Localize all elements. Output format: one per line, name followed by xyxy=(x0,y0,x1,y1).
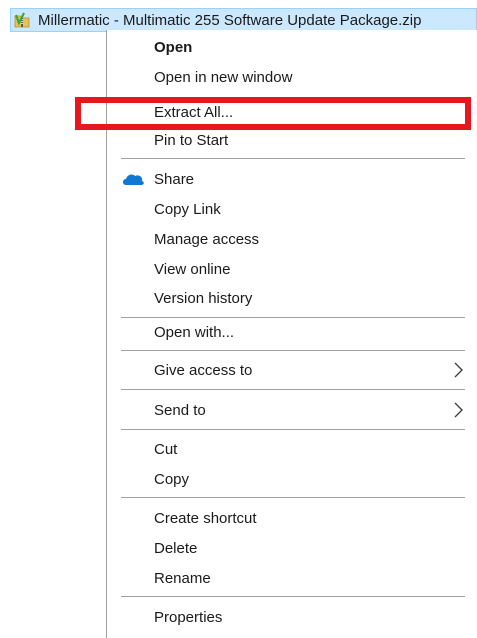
menu-item-label: Send to xyxy=(154,401,206,419)
menu-item-label: Cut xyxy=(154,440,178,458)
menu-separator xyxy=(121,429,465,430)
menu-item-open[interactable]: Open xyxy=(107,33,477,61)
menu-item-send-to[interactable]: Send to xyxy=(107,396,477,424)
menu-item-label: Copy Link xyxy=(154,200,221,218)
menu-item-pin-to-start[interactable]: Pin to Start xyxy=(107,126,477,154)
menu-item-label: Copy xyxy=(154,470,190,488)
menu-item-create-shortcut[interactable]: Create shortcut xyxy=(107,504,477,532)
menu-item-label: View online xyxy=(154,260,231,278)
menu-item-label: Manage access xyxy=(154,230,260,248)
context-menu: Open Open in new window Extract All... P… xyxy=(106,30,477,638)
menu-separator xyxy=(121,596,465,597)
zip-folder-icon xyxy=(13,11,31,29)
menu-separator xyxy=(121,389,465,390)
menu-separator xyxy=(121,158,465,159)
menu-item-view-online[interactable]: View online xyxy=(107,255,477,283)
menu-separator xyxy=(121,497,465,498)
menu-item-label: Extract All... xyxy=(154,103,234,121)
menu-item-label: Open with... xyxy=(154,323,235,341)
menu-item-extract-all[interactable]: Extract All... xyxy=(107,98,477,126)
menu-item-label: Open in new window xyxy=(154,68,293,86)
menu-item-label: Properties xyxy=(154,608,223,626)
menu-item-open-with[interactable]: Open with... xyxy=(107,318,477,346)
menu-item-delete[interactable]: Delete xyxy=(107,534,477,562)
menu-item-open-new-window[interactable]: Open in new window xyxy=(107,63,477,91)
menu-separator xyxy=(121,350,465,351)
chevron-right-icon xyxy=(451,401,465,419)
menu-item-copy[interactable]: Copy xyxy=(107,465,477,493)
menu-item-label: Open xyxy=(154,38,193,56)
menu-item-share[interactable]: Share xyxy=(107,165,477,193)
menu-item-label: Delete xyxy=(154,539,198,557)
menu-item-copy-link[interactable]: Copy Link xyxy=(107,195,477,223)
onedrive-cloud-icon xyxy=(121,172,145,186)
menu-item-give-access-to[interactable]: Give access to xyxy=(107,356,477,384)
menu-item-label: Create shortcut xyxy=(154,509,257,527)
menu-item-cut[interactable]: Cut xyxy=(107,435,477,463)
menu-item-label: Give access to xyxy=(154,361,253,379)
menu-item-version-history[interactable]: Version history xyxy=(107,284,477,312)
menu-item-label: Version history xyxy=(154,289,253,307)
menu-item-label: Rename xyxy=(154,569,211,587)
menu-item-properties[interactable]: Properties xyxy=(107,603,477,631)
file-name: Millermatic - Multimatic 255 Software Up… xyxy=(38,11,422,29)
selected-file-item[interactable]: Millermatic - Multimatic 255 Software Up… xyxy=(10,8,477,32)
menu-item-label: Share xyxy=(154,170,195,188)
desktop-area: Millermatic - Multimatic 255 Software Up… xyxy=(0,0,477,638)
menu-item-manage-access[interactable]: Manage access xyxy=(107,225,477,253)
chevron-right-icon xyxy=(451,361,465,379)
menu-item-label: Pin to Start xyxy=(154,131,229,149)
menu-item-rename[interactable]: Rename xyxy=(107,564,477,592)
